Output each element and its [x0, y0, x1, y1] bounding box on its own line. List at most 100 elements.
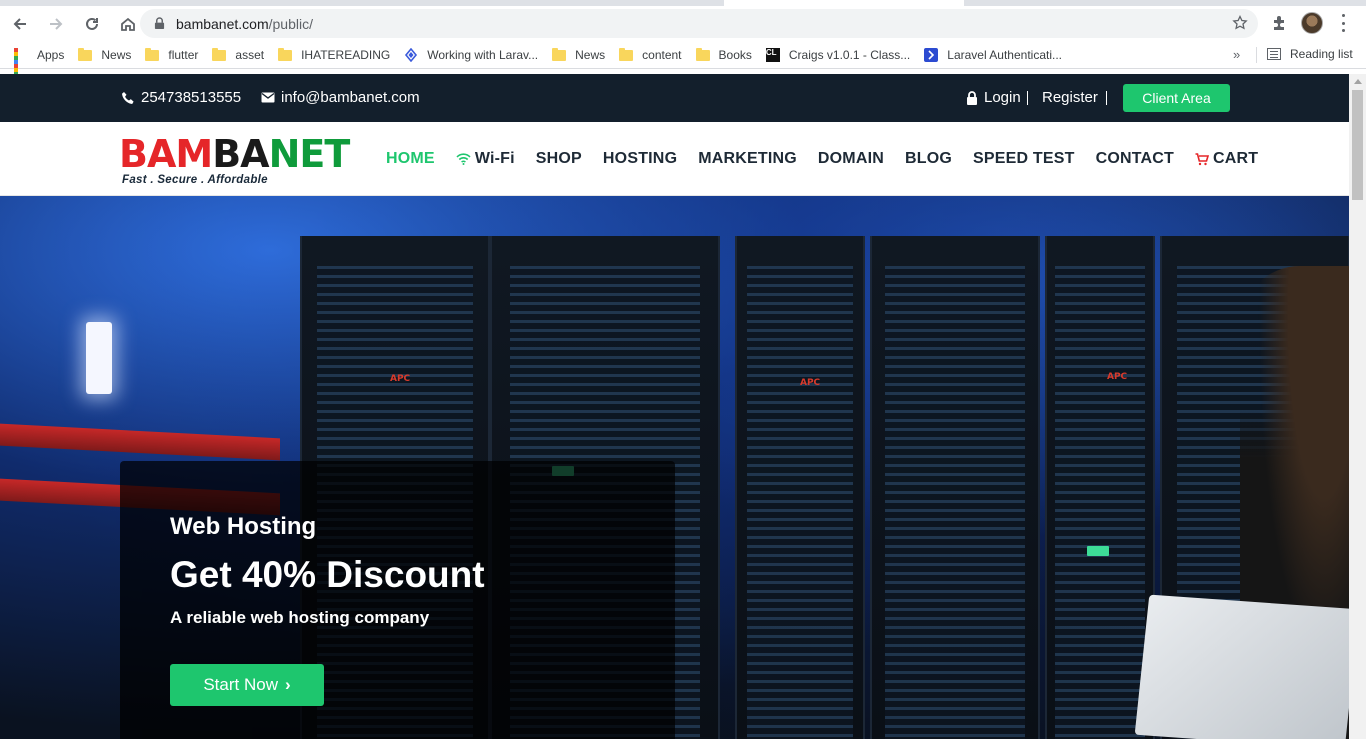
cart-icon — [1195, 152, 1210, 165]
nav-hosting[interactable]: HOSTING — [603, 150, 677, 168]
email-address: info@bambanet.com — [281, 89, 420, 106]
bookmark-label: asset — [235, 47, 265, 62]
nav-cart[interactable]: CART — [1195, 150, 1258, 168]
reading-list-icon — [1267, 48, 1281, 60]
phone-contact[interactable]: 254738513555 — [121, 89, 241, 106]
topbar-divider — [1027, 91, 1028, 105]
bookmark-label: Apps — [37, 47, 65, 62]
browser-menu-icon[interactable] — [1337, 14, 1349, 32]
apc-label: APC — [1107, 372, 1128, 382]
nav-marketing[interactable]: MARKETING — [698, 150, 797, 168]
page-viewport: 254738513555 info@bambanet.com Login Reg… — [0, 74, 1366, 739]
extensions-puzzle-icon[interactable] — [1270, 14, 1288, 32]
folder-icon — [695, 48, 710, 61]
bookmark-folder-news[interactable]: News — [78, 48, 131, 62]
folder-icon — [278, 48, 293, 61]
nav-cart-label: CART — [1213, 150, 1259, 167]
hero-eyebrow: Web Hosting — [170, 513, 317, 540]
bookmark-folder-books[interactable]: Books — [695, 47, 752, 62]
bookmark-label: News — [101, 47, 132, 62]
more-bookmarks-button[interactable]: » — [1233, 47, 1240, 62]
bookmark-label: flutter — [168, 47, 199, 62]
bookmark-star-icon[interactable] — [1232, 15, 1248, 31]
url-text[interactable]: bambanet.com/public/ — [176, 16, 313, 32]
login-link[interactable]: Login — [966, 89, 1021, 106]
hero-bg-laptop — [1134, 594, 1349, 739]
nav-contact[interactable]: CONTACT — [1096, 150, 1174, 168]
home-icon — [121, 17, 135, 31]
topbar-divider — [1106, 91, 1107, 105]
scroll-up-arrow-icon[interactable] — [1354, 79, 1362, 84]
site-icon — [404, 47, 418, 62]
bookmark-laravel-authentication[interactable]: Laravel Authenticati... — [924, 47, 1063, 62]
phone-icon — [122, 91, 134, 104]
nav-blog[interactable]: BLOG — [905, 150, 952, 168]
forward-button[interactable] — [40, 8, 72, 40]
hero-bg-rack — [735, 236, 865, 739]
wifi-icon — [456, 153, 471, 165]
reload-button[interactable] — [76, 8, 108, 40]
bookmark-label: content — [642, 47, 682, 62]
bookmark-folder-asset[interactable]: asset — [212, 48, 264, 62]
reading-list-button[interactable]: Reading list — [1267, 47, 1353, 61]
bookmark-folder-ihatereading[interactable]: IHATEREADING — [278, 48, 390, 62]
start-now-label: Start Now — [203, 675, 278, 694]
nav-wifi[interactable]: Wi-Fi — [456, 150, 515, 168]
folder-icon — [552, 48, 567, 61]
bookmark-label: Working with Larav... — [427, 47, 539, 62]
cl-icon: CL — [765, 47, 780, 62]
logo-wordmark: BAMBANET — [119, 132, 350, 176]
scrollbar-thumb[interactable] — [1352, 90, 1363, 200]
bookmark-label: Craigs v1.0.1 - Class... — [788, 47, 911, 62]
back-button[interactable] — [4, 8, 36, 40]
profile-avatar[interactable] — [1301, 12, 1323, 34]
bookmark-folder-content[interactable]: content — [619, 47, 682, 62]
nav-home[interactable]: HOME — [386, 150, 435, 168]
email-contact[interactable]: info@bambanet.com — [261, 89, 420, 106]
reload-icon — [86, 17, 98, 30]
hero-bg-rack — [870, 236, 1040, 739]
hero-bg-rack — [1045, 236, 1155, 739]
bookmark-working-with-laravel[interactable]: Working with Larav... — [404, 47, 539, 62]
lock-icon — [152, 17, 166, 31]
nav-speed-test[interactable]: SPEED TEST — [973, 150, 1075, 168]
bookmark-label: Books — [718, 47, 752, 62]
url-host: bambanet.com — [176, 15, 269, 32]
contact-topbar: 254738513555 info@bambanet.com Login Reg… — [0, 74, 1349, 122]
url-path: /public/ — [268, 15, 313, 32]
hero-subtitle: A reliable web hosting company — [170, 608, 430, 627]
bookmark-folder-news-2[interactable]: News — [552, 48, 605, 62]
hero-caption: Web Hosting Get 40% Discount A reliable … — [120, 461, 675, 739]
apc-label: APC — [390, 374, 411, 384]
folder-icon — [145, 48, 160, 61]
bookmark-label: IHATEREADING — [301, 47, 391, 62]
nav-shop[interactable]: SHOP — [536, 150, 582, 168]
bookmark-apps[interactable]: Apps — [14, 47, 65, 84]
bookmark-folder-flutter[interactable]: flutter — [145, 48, 198, 62]
folder-icon — [212, 48, 227, 61]
arrow-left-icon — [13, 17, 26, 30]
nav-domain[interactable]: DOMAIN — [818, 150, 884, 168]
page-scrollbar[interactable] — [1349, 74, 1366, 739]
hero-slider: APC APC APC Web Hosting Get 40% Discount… — [0, 196, 1349, 739]
envelope-icon — [261, 92, 275, 103]
bambanet-logo[interactable]: BAMBANET Fast . Secure . Affordable — [119, 132, 350, 190]
bookmark-label: Laravel Authenticati... — [947, 47, 1063, 62]
arrow-right-icon — [50, 17, 63, 30]
site-icon — [924, 47, 939, 62]
logo-tagline: Fast . Secure . Affordable — [122, 174, 268, 186]
client-area-button[interactable]: Client Area — [1123, 84, 1230, 112]
hero-headline: Get 40% Discount — [170, 554, 485, 595]
folder-icon — [78, 48, 93, 61]
apc-label: APC — [800, 378, 821, 388]
bookmarks-bar: Apps News flutter asset IHATEREADING Wor… — [0, 41, 1366, 84]
bookmarks-divider — [1256, 47, 1257, 63]
hero-bg-light — [86, 322, 112, 394]
hero-bg-shelf — [0, 423, 280, 461]
register-link[interactable]: Register — [1042, 89, 1098, 106]
apps-grid-icon — [14, 47, 28, 84]
chevron-right-icon: › — [284, 675, 291, 694]
address-bar[interactable]: bambanet.com/public/ — [140, 9, 1258, 38]
bookmark-craigs[interactable]: CL Craigs v1.0.1 - Class... — [765, 47, 911, 62]
start-now-button[interactable]: Start Now › — [170, 664, 324, 706]
